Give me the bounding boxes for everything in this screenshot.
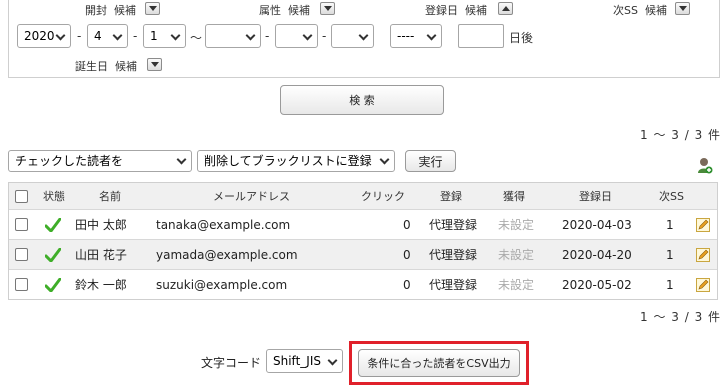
separator: - (322, 29, 327, 43)
chevron-down-icon (323, 6, 332, 11)
encoding-label: 文字コード (201, 356, 262, 370)
table-row: 山田 花子 yamada@example.com 0 代理登録 未設定 2020… (9, 239, 717, 269)
from-year-select[interactable]: 2020 (17, 24, 71, 48)
chevron-down-icon (176, 154, 187, 165)
open-label: 開封 候補 (85, 4, 136, 17)
result-count-top: 1 〜 3 / 3 件 (640, 128, 722, 142)
row-checkbox[interactable] (15, 240, 28, 269)
edit-icon[interactable] (696, 240, 710, 269)
check-icon (45, 210, 61, 239)
edit-icon[interactable] (696, 270, 710, 299)
row-register: 代理登録 (429, 278, 478, 292)
row-register: 代理登録 (429, 248, 478, 262)
days-after-label: 日後 (509, 31, 534, 45)
row-email[interactable]: suzuki@example.com (156, 270, 287, 299)
table-row: 鈴木 一郎 suzuki@example.com 0 代理登録 未設定 2020… (9, 269, 717, 299)
row-regdate: 2020-04-03 (562, 217, 632, 232)
row-name: 田中 太郎 (75, 218, 127, 232)
row-nextss: 1 (666, 247, 674, 262)
run-button[interactable]: 実行 (405, 150, 456, 172)
chevron-down-icon (148, 6, 157, 11)
row-email[interactable]: tanaka@example.com (156, 210, 290, 239)
header-nextss: 次SS (659, 190, 684, 203)
attr-sort-button[interactable] (320, 2, 335, 15)
row-checkbox[interactable] (15, 270, 28, 299)
chevron-down-icon (426, 30, 437, 41)
separator: - (77, 29, 82, 43)
nextss-sort-button[interactable] (675, 2, 690, 15)
chevron-down-icon (55, 30, 66, 41)
table-header: 状態 名前 メールアドレス クリック 登録 獲得 登録日 次SS (9, 183, 717, 209)
row-name: 山田 花子 (75, 248, 127, 262)
separator: - (265, 29, 270, 43)
row-acquire: 未設定 (498, 278, 535, 292)
row-click: 0 (403, 277, 411, 292)
chevron-down-icon (150, 62, 159, 67)
header-click: クリック (361, 190, 405, 203)
birthday-label: 誕生日 候補 (75, 60, 137, 73)
chevron-down-icon (358, 30, 369, 41)
open-sort-button[interactable] (145, 2, 160, 15)
row-acquire: 未設定 (498, 248, 535, 262)
row-regdate: 2020-04-20 (562, 247, 632, 262)
regdate-sort-button[interactable] (498, 2, 513, 15)
row-click: 0 (403, 217, 411, 232)
header-status: 状態 (43, 190, 65, 203)
from-month-select[interactable]: 4 (87, 24, 128, 48)
row-register: 代理登録 (429, 218, 478, 232)
filter-panel: 開封 候補 属性 候補 登録日 候補 次SS 候補 2020 - 4 - 1 〜… (8, 0, 720, 78)
nextss-label: 次SS 候補 (613, 4, 667, 17)
bulk-target-select[interactable]: チェックした読者を (8, 150, 192, 172)
chevron-down-icon (170, 30, 181, 41)
to-year-select[interactable] (205, 24, 261, 48)
header-email: メールアドレス (213, 190, 290, 203)
row-name: 鈴木 一郎 (75, 278, 127, 292)
header-name: 名前 (99, 190, 121, 203)
separator: - (133, 29, 138, 43)
search-button[interactable]: 検 索 (280, 85, 444, 115)
chevron-down-icon (112, 30, 123, 41)
bulk-action-select[interactable]: 削除してブラックリストに登録 (197, 150, 395, 172)
to-month-select[interactable] (275, 24, 318, 48)
encoding-select[interactable]: Shift_JIS (266, 349, 343, 373)
table-row: 田中 太郎 tanaka@example.com 0 代理登録 未設定 2020… (9, 209, 717, 239)
range-tilde: 〜 (190, 31, 203, 45)
chevron-down-icon (379, 154, 390, 165)
row-email[interactable]: yamada@example.com (156, 240, 298, 269)
regdate-label: 登録日 候補 (425, 4, 487, 17)
select-all-checkbox[interactable] (15, 183, 28, 209)
attr-label: 属性 候補 (259, 4, 310, 17)
to-day-select[interactable] (331, 24, 374, 48)
row-click: 0 (403, 247, 411, 262)
row-acquire: 未設定 (498, 218, 535, 232)
csv-export-button[interactable]: 条件に合った読者をCSV出力 (358, 349, 520, 377)
chevron-down-icon (302, 30, 313, 41)
row-checkbox[interactable] (15, 210, 28, 239)
days-select[interactable]: ---- (390, 24, 442, 48)
header-acquire: 獲得 (503, 190, 525, 203)
csv-highlight-frame: 条件に合った読者をCSV出力 (349, 341, 529, 385)
days-input[interactable] (458, 24, 504, 48)
from-day-select[interactable]: 1 (143, 24, 186, 48)
add-user-icon[interactable] (697, 157, 713, 178)
subscriber-table: 状態 名前 メールアドレス クリック 登録 獲得 登録日 次SS 田中 太郎 t… (8, 182, 718, 300)
chevron-up-icon (501, 6, 510, 11)
chevron-down-icon (245, 30, 256, 41)
birthday-sort-button[interactable] (147, 58, 162, 71)
header-regdate: 登録日 (579, 190, 612, 203)
result-count-bottom: 1 〜 3 / 3 件 (640, 310, 722, 324)
check-icon (45, 270, 61, 299)
edit-icon[interactable] (696, 210, 710, 239)
row-nextss: 1 (666, 217, 674, 232)
row-regdate: 2020-05-02 (562, 277, 632, 292)
check-icon (45, 240, 61, 269)
chevron-down-icon (327, 355, 338, 366)
row-nextss: 1 (666, 277, 674, 292)
header-register: 登録 (440, 190, 462, 203)
chevron-down-icon (678, 6, 687, 11)
